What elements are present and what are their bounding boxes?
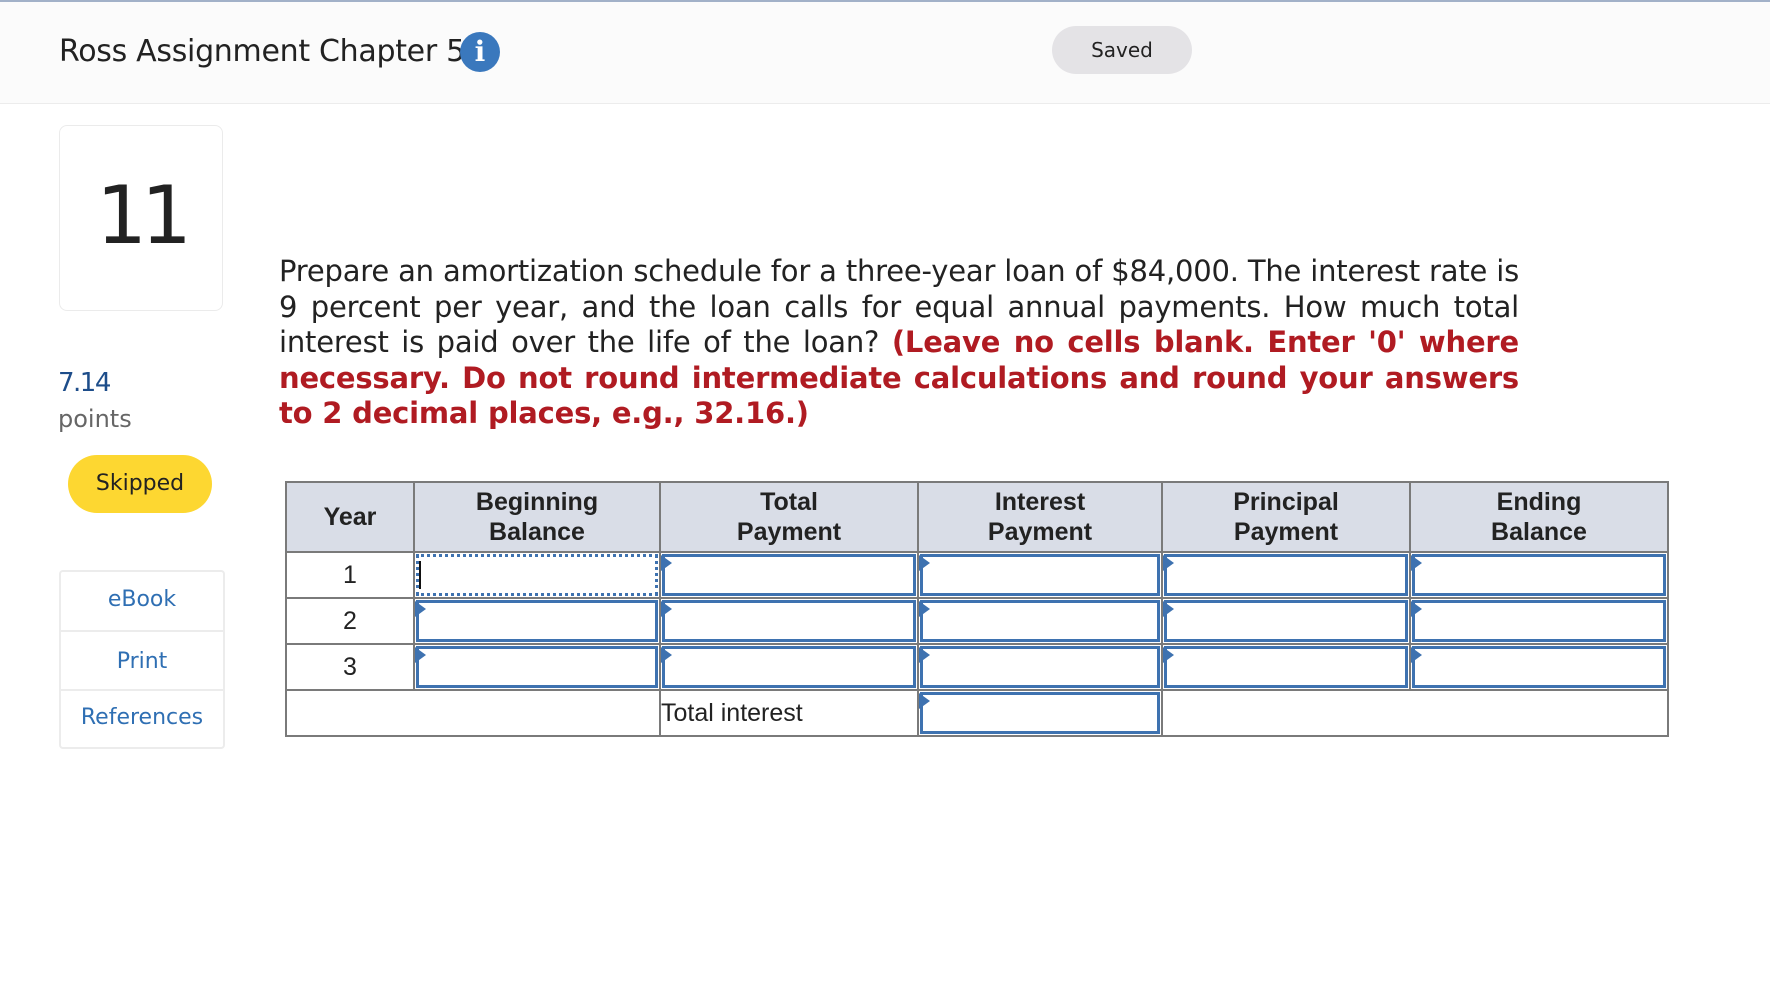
cell-flag-icon: [415, 647, 426, 663]
assignment-title: Ross Assignment Chapter 5: [59, 34, 465, 69]
cell-flag-icon: [661, 601, 672, 617]
table-row: 2: [285, 597, 1669, 645]
cell-flag-icon: [1411, 601, 1422, 617]
interest-payment-input-year-1[interactable]: [917, 551, 1163, 599]
points-label: points: [58, 405, 132, 433]
header-year: Year: [285, 481, 415, 553]
header-principal-payment: Principal Payment: [1161, 481, 1411, 553]
amortization-table: Year Beginning Balance Total Payment Inter…: [285, 481, 1669, 737]
ending-balance-input-year-2[interactable]: [1409, 597, 1669, 645]
interest-payment-input-year-3[interactable]: [917, 643, 1163, 691]
total-interest-label: Total interest: [659, 689, 919, 737]
cell-flag-icon: [1411, 555, 1422, 571]
year-cell: 1: [285, 551, 415, 599]
question-number-box: 11: [59, 125, 223, 311]
table-row: 3: [285, 643, 1669, 691]
references-link[interactable]: References: [61, 705, 223, 730]
ending-balance-input-year-3[interactable]: [1409, 643, 1669, 691]
cell-flag-icon: [1163, 555, 1174, 571]
saved-status-badge: Saved: [1052, 26, 1192, 74]
year-cell: 3: [285, 643, 415, 691]
cell-flag-icon: [919, 601, 930, 617]
ending-balance-input-year-1[interactable]: [1409, 551, 1669, 599]
beginning-balance-input-year-3[interactable]: [413, 643, 661, 691]
total-interest-row: Total interest: [285, 689, 1669, 737]
total-payment-input-year-1[interactable]: [659, 551, 919, 599]
table-header-row: Year Beginning Balance Total Payment Inter…: [285, 481, 1669, 553]
header-ending-balance: Ending Balance: [1409, 481, 1669, 553]
header-beginning-balance: Beginning Balance: [413, 481, 661, 553]
cell-flag-icon: [415, 601, 426, 617]
question-text: Prepare an amortization schedule for a t…: [279, 254, 1519, 432]
cell-flag-icon: [1163, 601, 1174, 617]
empty-cell: [285, 689, 661, 737]
interest-payment-input-year-2[interactable]: [917, 597, 1163, 645]
info-icon[interactable]: i: [460, 32, 500, 72]
assignment-header: Ross Assignment Chapter 5 i Saved: [0, 2, 1770, 104]
total-payment-input-year-2[interactable]: [659, 597, 919, 645]
cell-flag-icon: [919, 647, 930, 663]
cell-flag-icon: [919, 693, 930, 709]
principal-payment-input-year-1[interactable]: [1161, 551, 1411, 599]
question-number: 11: [96, 169, 192, 262]
header-total-payment: Total Payment: [659, 481, 919, 553]
total-interest-input[interactable]: [917, 689, 1163, 737]
cell-flag-icon: [1411, 647, 1422, 663]
resource-links: eBook Print References: [59, 570, 225, 749]
divider: [61, 630, 223, 632]
divider: [61, 689, 223, 691]
print-link[interactable]: Print: [61, 649, 223, 674]
principal-payment-input-year-2[interactable]: [1161, 597, 1411, 645]
points-value: 7.14: [58, 368, 111, 398]
ebook-link[interactable]: eBook: [61, 587, 223, 612]
principal-payment-input-year-3[interactable]: [1161, 643, 1411, 691]
cell-flag-icon: [661, 647, 672, 663]
skipped-status-badge: Skipped: [68, 455, 212, 513]
beginning-balance-input-year-1[interactable]: [413, 551, 661, 599]
year-cell: 2: [285, 597, 415, 645]
total-payment-input-year-3[interactable]: [659, 643, 919, 691]
header-interest-payment: Interest Payment: [917, 481, 1163, 553]
empty-cell: [1161, 689, 1669, 737]
cell-flag-icon: [919, 555, 930, 571]
table-row: 1: [285, 551, 1669, 599]
beginning-balance-input-year-2[interactable]: [413, 597, 661, 645]
text-caret: [419, 561, 421, 589]
cell-flag-icon: [661, 555, 672, 571]
cell-flag-icon: [1163, 647, 1174, 663]
